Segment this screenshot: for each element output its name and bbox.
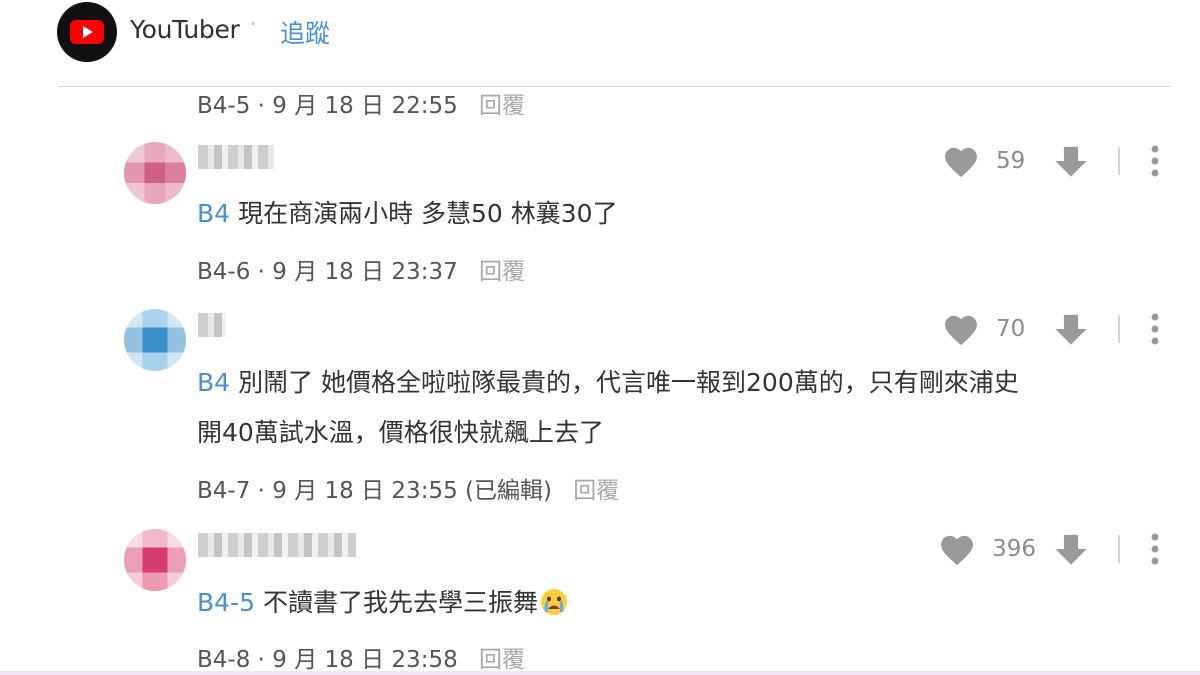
heart-icon (945, 147, 977, 178)
like-button[interactable]: 59 (942, 144, 1036, 178)
mention-link[interactable]: B4-5 (197, 588, 255, 617)
reply-button[interactable]: 回覆 (479, 259, 525, 285)
action-divider (1118, 315, 1120, 343)
reply-button[interactable]: 回覆 (479, 647, 525, 673)
dislike-button[interactable] (1054, 532, 1088, 566)
avatar[interactable] (124, 309, 186, 371)
like-count: 59 (996, 148, 1026, 174)
dislike-button[interactable] (1054, 312, 1088, 346)
down-arrow-icon (1055, 314, 1087, 345)
post-header: YouTuber · 追蹤 (0, 0, 1200, 86)
comment-line-text: 別鬧了 她價格全啦啦隊最貴的，代言唯一報到200萬的，只有剛來浦史 (238, 368, 1019, 397)
comment-text: B4 別鬧了 她價格全啦啦隊最貴的，代言唯一報到200萬的，只有剛來浦史 開40萬… (197, 358, 1157, 458)
comment-date: · 9 月 18 日 22:55 (257, 93, 458, 119)
reply-button[interactable]: 回覆 (573, 478, 619, 504)
comment-line: B4 別鬧了 她價格全啦啦隊最貴的，代言唯一報到200萬的，只有剛來浦史 (197, 358, 1157, 408)
comment-actions: 59 (942, 143, 1160, 179)
comment-actions: 396 (938, 531, 1160, 567)
username-blurred[interactable] (198, 533, 356, 557)
like-button[interactable]: 70 (942, 312, 1036, 346)
more-options-button[interactable] (1150, 533, 1160, 565)
comment-timestamp: B4-8 · 9 月 18 日 23:58 (197, 647, 458, 673)
crying-face-icon (540, 583, 568, 633)
like-count: 70 (996, 316, 1026, 342)
like-count: 396 (992, 536, 1036, 562)
comment-timestamp: B4-6 · 9 月 18 日 23:37 (197, 259, 458, 285)
more-vertical-icon (1151, 145, 1159, 177)
action-divider (1118, 147, 1120, 175)
follow-button[interactable]: 追蹤 (280, 14, 330, 50)
comment-meta: B4-7 · 9 月 18 日 23:55 (已編輯) 回覆 (197, 471, 619, 505)
comment-line: 不讀書了我先去學三振舞 (262, 588, 538, 617)
username-blurred[interactable] (198, 313, 226, 337)
more-vertical-icon (1151, 533, 1159, 565)
comment-meta: B4-8 · 9 月 18 日 23:58 回覆 (197, 640, 525, 674)
comment-thread-page: YouTuber · 追蹤 B4-5 · 9 月 18 日 22:55 回覆 5… (0, 0, 1200, 675)
heart-icon (945, 315, 977, 346)
like-button[interactable]: 396 (938, 532, 1036, 566)
username-blurred[interactable] (198, 145, 274, 169)
avatar[interactable] (124, 142, 186, 204)
mention-link[interactable]: B4 (197, 368, 230, 397)
comment-text: B4 現在商演兩小時 多慧50 林襄30了 (197, 189, 1157, 239)
down-arrow-icon (1055, 146, 1087, 177)
comment-line: 開40萬試水溫，價格很快就飆上去了 (197, 418, 604, 447)
more-vertical-icon (1151, 313, 1159, 345)
comment-timestamp: B4-7 · 9 月 18 日 23:55 (已編輯) (197, 478, 552, 504)
comment-actions: 70 (942, 311, 1160, 347)
reply-button[interactable]: 回覆 (479, 93, 525, 119)
comment-line: 現在商演兩小時 多慧50 林襄30了 (238, 199, 618, 228)
dislike-button[interactable] (1054, 144, 1088, 178)
channel-name[interactable]: YouTuber (130, 15, 240, 44)
header-separator: · (250, 12, 257, 36)
more-options-button[interactable] (1150, 313, 1160, 345)
bottom-edge (0, 671, 1200, 675)
comment-id: B4-5 (197, 93, 251, 119)
down-arrow-icon (1055, 534, 1087, 565)
action-divider (1118, 535, 1120, 563)
heart-icon (941, 535, 974, 566)
comment-meta: B4-6 · 9 月 18 日 23:37 回覆 (197, 252, 525, 286)
comment-text: B4-5 不讀書了我先去學三振舞 (197, 578, 1157, 633)
more-options-button[interactable] (1150, 145, 1160, 177)
comment-meta: B4-5 · 9 月 18 日 22:55 回覆 (197, 86, 525, 120)
mention-link[interactable]: B4 (197, 199, 230, 228)
avatar[interactable] (124, 529, 186, 591)
youtube-logo-icon[interactable] (57, 2, 117, 62)
